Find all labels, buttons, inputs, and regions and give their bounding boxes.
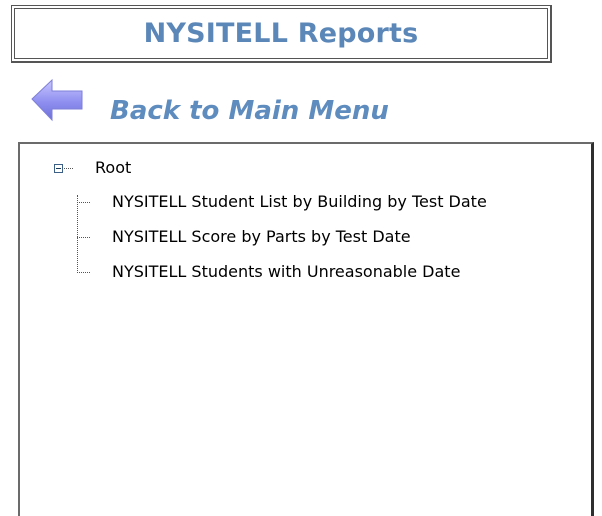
page-title: NYSITELL Reports bbox=[143, 18, 419, 49]
report-tree-panel: Root NYSITELL Student List by Building b… bbox=[18, 142, 594, 516]
collapse-icon[interactable] bbox=[54, 164, 63, 173]
tree-root-node[interactable]: Root bbox=[95, 158, 131, 177]
tree-item-unreasonable-date[interactable]: NYSITELL Students with Unreasonable Date bbox=[112, 262, 460, 281]
tree-connector bbox=[77, 195, 78, 273]
tree-connector bbox=[77, 202, 90, 203]
tree-item-student-list[interactable]: NYSITELL Student List by Building by Tes… bbox=[112, 192, 487, 211]
tree-item-score-by-parts[interactable]: NYSITELL Score by Parts by Test Date bbox=[112, 227, 411, 246]
back-to-main-menu-label[interactable]: Back to Main Menu bbox=[110, 96, 389, 126]
tree-connector bbox=[64, 168, 73, 169]
page-title-box: NYSITELL Reports bbox=[11, 5, 552, 63]
back-arrow-icon[interactable] bbox=[30, 78, 84, 124]
page: NYSITELL Reports Back to Main Menu Root … bbox=[0, 0, 602, 516]
tree-connector bbox=[77, 272, 90, 273]
tree-connector bbox=[77, 237, 90, 238]
back-to-main-menu-link[interactable]: Back to Main Menu bbox=[30, 78, 450, 134]
